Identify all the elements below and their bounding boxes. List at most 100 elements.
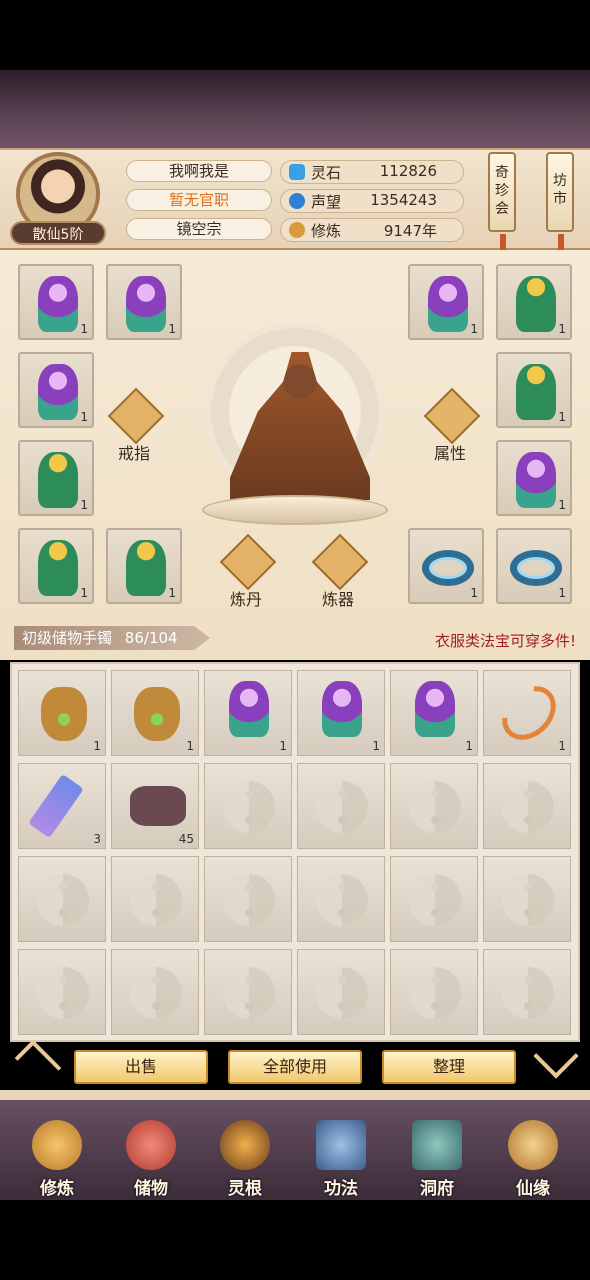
ring-action-label[interactable]: 戒指 <box>118 440 150 464</box>
storage-cell-empty[interactable] <box>390 856 478 942</box>
resource-label: 修炼 <box>311 222 342 240</box>
bottom-black-bar <box>0 1200 590 1280</box>
equip-slot-right-2[interactable]: 1 <box>496 264 572 340</box>
nav-label: 修炼 <box>40 1179 74 1199</box>
equip-slot-right-6[interactable]: 1 <box>496 528 572 604</box>
refine-label[interactable]: 炼器 <box>322 586 354 610</box>
item-count: 1 <box>80 498 88 512</box>
storage-cell-empty[interactable] <box>204 763 292 849</box>
spirit-bag-icon <box>41 687 87 741</box>
spirit-bag-icon <box>134 687 180 741</box>
equip-slot-right-5[interactable]: 1 <box>408 528 484 604</box>
storage-cell-empty[interactable] <box>390 763 478 849</box>
nav-storage[interactable]: 储物 <box>112 1110 190 1200</box>
storage-cell-empty[interactable] <box>483 856 571 942</box>
purple-robe-icon <box>38 364 78 420</box>
item-count: 1 <box>558 586 566 600</box>
storage-cell-empty[interactable] <box>297 949 385 1035</box>
lotus-pedestal <box>202 495 388 525</box>
nav-spirit-root[interactable]: 灵根 <box>206 1110 284 1200</box>
storage-cell-empty[interactable] <box>204 949 292 1035</box>
item-count: 1 <box>168 586 176 600</box>
market-label: 坊 市 <box>553 173 567 207</box>
market-button[interactable]: 坊 市 <box>546 152 574 252</box>
equip-slot-right-3[interactable]: 1 <box>496 352 572 428</box>
storage-cell-empty[interactable] <box>483 763 571 849</box>
nav-cultivate[interactable]: 修炼 <box>18 1110 96 1200</box>
yin-yang-icon <box>409 967 461 1019</box>
equip-slot-left-6[interactable]: 1 <box>106 528 182 604</box>
storage-cell[interactable]: 1 <box>204 670 292 756</box>
yin-yang-icon <box>409 874 461 926</box>
attribute-action-label[interactable]: 属性 <box>434 440 466 464</box>
technique-icon <box>316 1120 366 1170</box>
use-all-button[interactable]: 全部使用 <box>228 1050 362 1084</box>
blue-ring-icon <box>422 550 474 586</box>
player-office[interactable]: 暂无官职 <box>126 189 272 211</box>
item-count: 1 <box>470 322 478 336</box>
storage-cell-empty[interactable] <box>297 763 385 849</box>
yin-yang-icon <box>223 874 275 926</box>
sort-button[interactable]: 整理 <box>382 1050 516 1084</box>
yin-yang-icon <box>502 967 554 1019</box>
equip-slot-left-4[interactable]: 1 <box>18 440 94 516</box>
green-robe-icon <box>516 276 556 332</box>
storage-cell-empty[interactable] <box>18 856 106 942</box>
nav-cave-dwelling[interactable]: 洞府 <box>398 1110 476 1200</box>
storage-cell[interactable]: 1 <box>18 670 106 756</box>
storage-cell-empty[interactable] <box>297 856 385 942</box>
yin-yang-icon <box>130 967 182 1019</box>
treasure-fair-button[interactable]: 奇 珍 会 <box>488 152 516 252</box>
storage-cell-empty[interactable] <box>18 949 106 1035</box>
equip-slot-left-5[interactable]: 1 <box>18 528 94 604</box>
yin-yang-icon <box>223 781 275 833</box>
yin-yang-icon <box>316 781 368 833</box>
nav-label: 灵根 <box>228 1179 262 1199</box>
storage-cell-empty[interactable] <box>483 949 571 1035</box>
alchemy-label[interactable]: 炼丹 <box>230 586 262 610</box>
scroll-up-arrow-icon[interactable] <box>14 1039 62 1087</box>
storage-cell[interactable]: 1 <box>111 670 199 756</box>
spirit-root-icon <box>220 1120 270 1170</box>
nav-immortal-fate[interactable]: 仙缘 <box>494 1110 572 1200</box>
storage-note: 衣服类法宝可穿多件! <box>434 632 576 650</box>
reputation-icon <box>289 193 305 209</box>
storage-cell-empty[interactable] <box>111 949 199 1035</box>
equip-slot-left-1[interactable]: 1 <box>18 264 94 340</box>
spirit-stone-resource: 灵石 112826 <box>280 160 464 184</box>
equip-slot-right-1[interactable]: 1 <box>408 264 484 340</box>
storage-cell-empty[interactable] <box>390 949 478 1035</box>
yin-yang-icon <box>502 874 554 926</box>
equip-slot-left-3[interactable]: 1 <box>18 352 94 428</box>
green-robe-icon <box>38 452 78 508</box>
equip-slot-left-2[interactable]: 1 <box>106 264 182 340</box>
storage-cell-empty[interactable] <box>204 856 292 942</box>
item-count: 1 <box>80 586 88 600</box>
item-count: 45 <box>178 832 194 846</box>
item-count: 1 <box>93 739 101 753</box>
storage-cell[interactable]: 1 <box>483 670 571 756</box>
nav-label: 功法 <box>324 1179 358 1199</box>
nav-label: 洞府 <box>420 1179 454 1199</box>
yin-yang-icon <box>223 967 275 1019</box>
item-count: 1 <box>558 410 566 424</box>
storage-cell[interactable]: 1 <box>297 670 385 756</box>
storage-cell-empty[interactable] <box>111 856 199 942</box>
green-robe-icon <box>126 540 166 596</box>
resource-label: 声望 <box>311 193 342 211</box>
yin-yang-icon <box>130 874 182 926</box>
nav-technique[interactable]: 功法 <box>302 1110 380 1200</box>
storage-cell[interactable]: 45 <box>111 763 199 849</box>
cultivation-resource: 修炼 9147年 <box>280 218 464 242</box>
storage-title: 初级储物手镯 <box>22 629 113 647</box>
resource-value: 9147年 <box>383 222 437 240</box>
treasure-fair-label: 奇 珍 会 <box>495 165 509 217</box>
storage-cell[interactable]: 3 <box>18 763 106 849</box>
resource-label: 灵石 <box>311 164 342 182</box>
equip-slot-right-4[interactable]: 1 <box>496 440 572 516</box>
resource-value: 112826 <box>379 162 437 180</box>
player-sect[interactable]: 镜空宗 <box>126 218 272 240</box>
sell-button[interactable]: 出售 <box>74 1050 208 1084</box>
purple-robe-icon <box>38 276 78 332</box>
storage-cell[interactable]: 1 <box>390 670 478 756</box>
